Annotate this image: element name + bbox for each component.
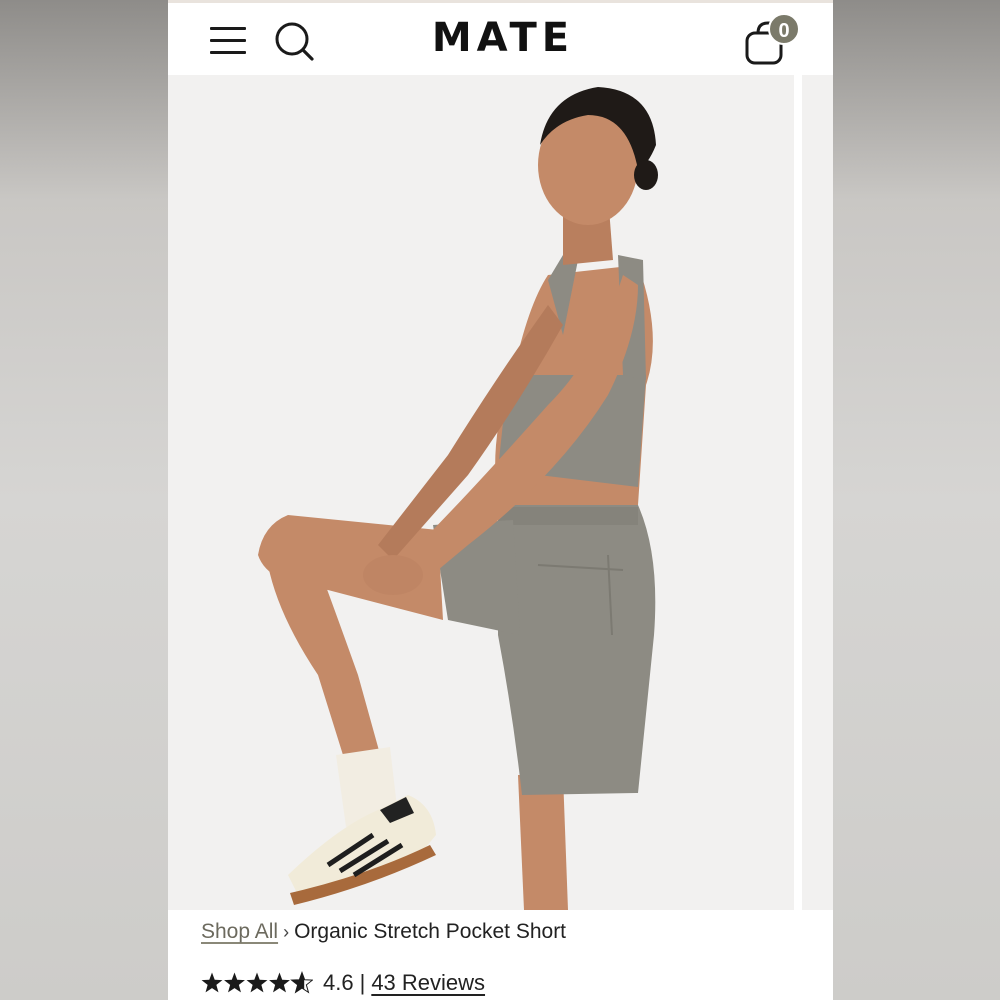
breadcrumb-current-page: Organic Stretch Pocket Short [294,920,567,943]
reviews-link[interactable]: 43 Reviews [371,970,485,995]
hamburger-menu-icon[interactable] [208,23,248,57]
star-3 [246,972,268,993]
site-header: MATE 0 [168,3,833,75]
search-icon[interactable] [272,19,316,63]
product-image-main[interactable] [168,75,794,910]
background-right [833,0,1000,1000]
product-image-next-peek[interactable] [802,75,833,910]
cart-count-badge: 0 [768,13,800,45]
star-1 [201,972,223,993]
phone-screen: MATE 0 Shop All › Organic Stretch Pocket… [168,0,833,1000]
brand-logo[interactable]: MATE [403,13,603,63]
rating-value: 4.6 [323,970,354,996]
breadcrumb-separator: › [283,922,290,942]
star-2 [224,972,245,993]
product-rating: 4.6 | 43 Reviews [201,966,485,998]
model-photo [258,87,658,910]
background-left [0,0,168,1000]
star-4 [269,972,290,993]
breadcrumb-shop-all-link[interactable]: Shop All [201,920,278,943]
breadcrumb: Shop All › Organic Stretch Pocket Short [201,918,566,946]
rating-divider: | [359,970,366,996]
product-gallery[interactable] [168,75,833,910]
rating-stars [201,971,313,994]
